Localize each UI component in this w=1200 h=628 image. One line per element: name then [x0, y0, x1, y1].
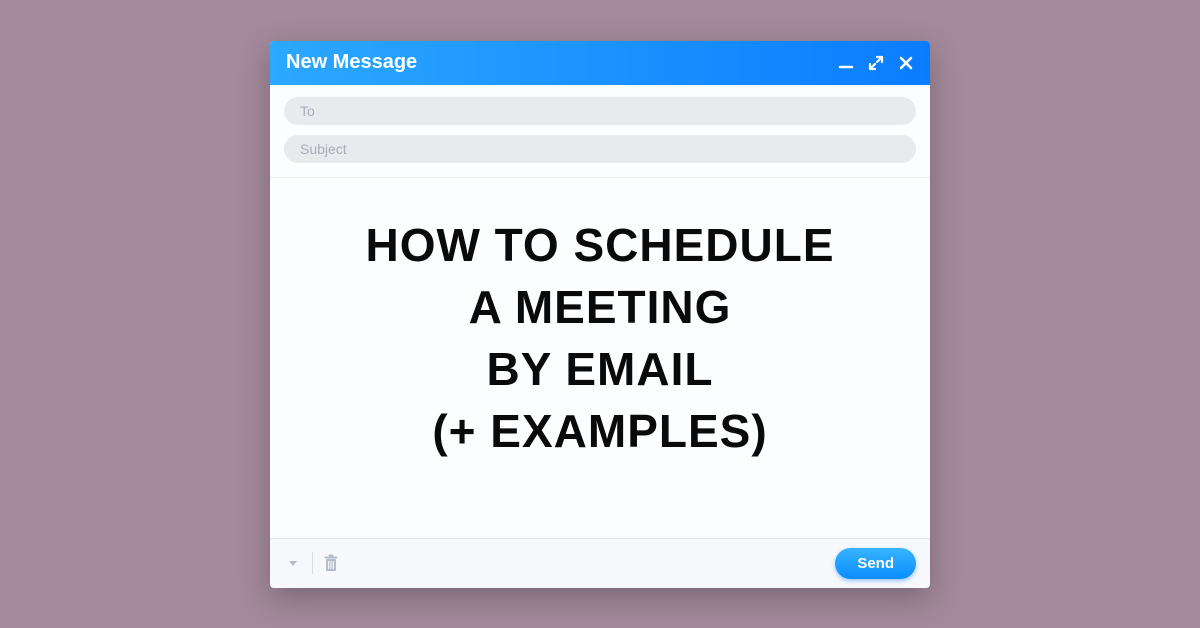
compose-window: New Message To	[270, 41, 930, 588]
send-button[interactable]: Send	[835, 548, 916, 579]
minimize-icon[interactable]	[838, 55, 854, 71]
expand-icon[interactable]	[868, 55, 884, 71]
separator	[312, 552, 313, 574]
discard-button[interactable]	[323, 554, 339, 572]
header-fields: To Subject	[270, 85, 930, 178]
compose-footer: Send	[270, 538, 930, 588]
window-title: New Message	[286, 51, 417, 74]
footer-left-tools	[284, 552, 339, 574]
subject-placeholder: Subject	[300, 141, 347, 157]
more-options-button[interactable]	[284, 554, 302, 572]
to-field[interactable]: To	[284, 97, 916, 125]
message-body[interactable]: HOW TO SCHEDULE A MEETING BY EMAIL (+ EX…	[270, 178, 930, 538]
to-placeholder: To	[300, 103, 315, 119]
close-icon[interactable]	[898, 55, 914, 71]
subject-field[interactable]: Subject	[284, 135, 916, 163]
titlebar: New Message	[270, 41, 930, 85]
headline-text: HOW TO SCHEDULE A MEETING BY EMAIL (+ EX…	[365, 214, 834, 462]
titlebar-actions	[838, 55, 914, 71]
